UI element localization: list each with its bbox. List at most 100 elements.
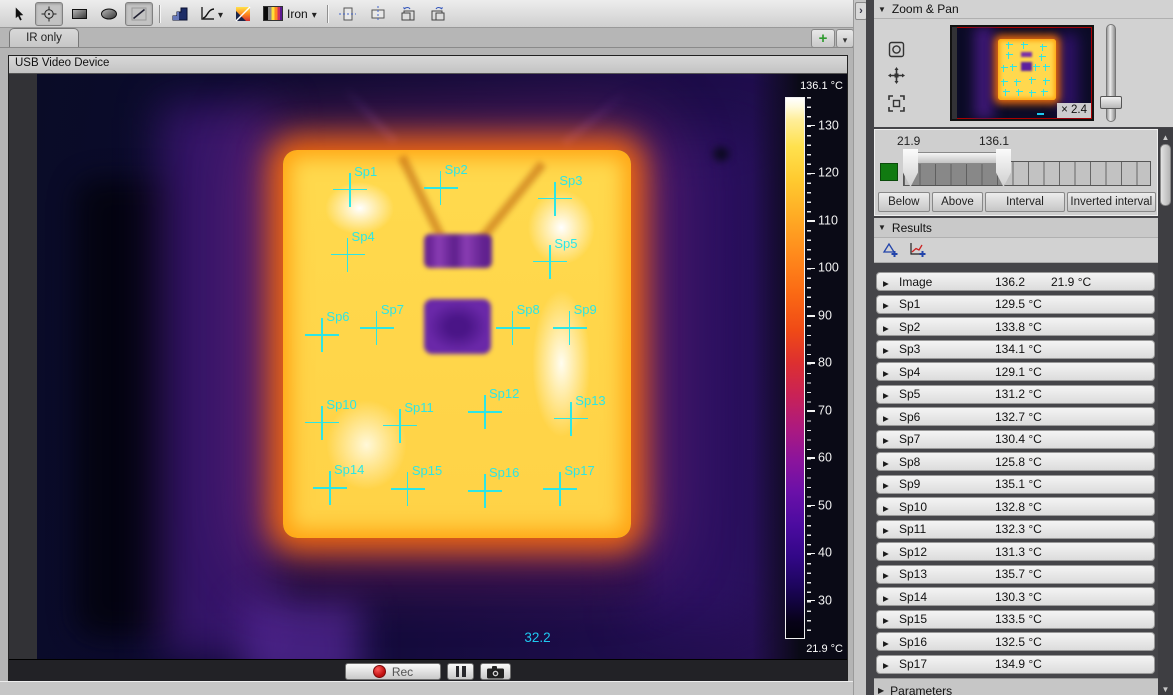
expand-arrow-icon[interactable] [883, 387, 899, 401]
flip-horizontal-button[interactable] [334, 2, 362, 26]
results-list: Image 136.2 21.9 °C Sp1 129.5 °C Sp2 [874, 263, 1158, 678]
result-row[interactable]: Sp10 132.8 °C [876, 497, 1155, 516]
expand-arrow-icon[interactable] [883, 545, 899, 559]
expand-arrow-icon[interactable] [883, 365, 899, 379]
tab-list-dropdown-button[interactable] [836, 29, 854, 48]
results-section-header[interactable]: Results [874, 218, 1158, 238]
expand-arrow-icon[interactable] [883, 432, 899, 446]
parameters-section-header[interactable]: Parameters [874, 678, 1158, 695]
range-mode-button[interactable]: Above [932, 192, 984, 212]
zoom-slider-handle[interactable] [1100, 96, 1122, 109]
overview-thumbnail[interactable]: Sp1 Sp2 [950, 25, 1094, 121]
result-row[interactable]: Sp9 135.1 °C [876, 475, 1155, 494]
zoom-selection-button[interactable] [886, 93, 907, 113]
color-adjust-button[interactable] [229, 2, 257, 26]
cross-icon [1016, 79, 1017, 86]
range-mode-button[interactable]: Below [878, 192, 930, 212]
rectangle-tool-button[interactable] [65, 2, 93, 26]
palette-select[interactable]: Iron [259, 2, 321, 26]
spot-label: Sp8 [517, 302, 540, 317]
result-row[interactable]: Sp1 129.5 °C [876, 295, 1155, 314]
expand-arrow-icon[interactable] [883, 612, 899, 626]
result-row[interactable]: Sp7 130.4 °C [876, 430, 1155, 449]
result-row[interactable]: Sp5 131.2 °C [876, 385, 1155, 404]
expand-arrow-icon[interactable] [883, 500, 899, 514]
result-row[interactable]: Sp6 132.7 °C [876, 407, 1155, 426]
result-row[interactable]: Sp15 133.5 °C [876, 610, 1155, 629]
expand-arrow-icon[interactable] [883, 455, 899, 469]
right-panel-scrollbar[interactable] [1158, 128, 1173, 695]
camera-icon [486, 665, 505, 679]
tab-ir-only[interactable]: IR only [9, 28, 79, 47]
expand-arrow-icon[interactable] [883, 590, 899, 604]
result-row[interactable]: Sp14 130.3 °C [876, 587, 1155, 606]
scroll-up-icon[interactable] [1158, 129, 1173, 141]
section-title: Zoom & Pan [892, 2, 959, 16]
expand-arrow-icon[interactable] [883, 320, 899, 334]
rotate-left-icon [400, 6, 416, 22]
add-tab-button[interactable] [811, 29, 835, 48]
panel-splitter[interactable] [853, 0, 866, 695]
pause-button[interactable] [447, 663, 474, 680]
ellipse-tool-button[interactable] [95, 2, 123, 26]
histogram-button[interactable] [166, 2, 194, 26]
flip-vertical-button[interactable] [364, 2, 392, 26]
cross-icon [1045, 64, 1046, 71]
record-button[interactable]: Rec [345, 663, 441, 680]
expand-arrow-icon[interactable] [883, 342, 899, 356]
expand-arrow-icon[interactable] [883, 275, 899, 289]
add-plot-result-button[interactable] [908, 241, 928, 259]
spot-tool-button[interactable] [35, 2, 63, 26]
result-row[interactable]: Sp2 133.8 °C [876, 317, 1155, 336]
curve-button[interactable] [196, 2, 227, 26]
result-row[interactable]: Sp4 129.1 °C [876, 362, 1155, 381]
scrollbar-thumb[interactable] [1160, 144, 1171, 206]
zoom-pan-section-header[interactable]: Zoom & Pan [874, 0, 1173, 19]
expand-arrow-icon[interactable] [883, 522, 899, 536]
thermal-image[interactable]: Sp1 Sp2 Sp3 [9, 74, 847, 659]
pan-center-button[interactable] [886, 65, 907, 85]
snapshot-button[interactable] [480, 663, 511, 680]
tick-label: 40 [818, 546, 832, 560]
spot-label: Sp7 [381, 302, 404, 317]
result-row[interactable]: Sp8 125.8 °C [876, 452, 1155, 471]
tick-label: 120 [818, 166, 839, 180]
expand-arrow-icon[interactable] [883, 297, 899, 311]
cross-icon [1008, 52, 1009, 59]
cross-icon [329, 471, 331, 505]
rotate-left-button[interactable] [394, 2, 422, 26]
result-name: Sp13 [899, 567, 995, 581]
expand-arrow-icon[interactable] [883, 410, 899, 424]
result-value: 133.5 °C [995, 612, 1051, 626]
result-row[interactable]: Image 136.2 21.9 °C [876, 272, 1155, 291]
result-row[interactable]: Sp16 132.5 °C [876, 632, 1155, 651]
result-value: 133.8 °C [995, 320, 1051, 334]
range-mode-button[interactable]: Inverted interval [1067, 192, 1156, 212]
add-shape-result-button[interactable] [880, 241, 900, 259]
range-mode-button[interactable]: Interval [985, 192, 1064, 212]
scroll-down-icon[interactable] [1158, 681, 1173, 693]
range-track[interactable] [903, 161, 1151, 186]
zoom-slider[interactable] [1100, 24, 1122, 122]
expand-arrow-icon[interactable] [883, 657, 899, 671]
spot-label: Sp14 [334, 462, 364, 477]
result-row[interactable]: Sp13 135.7 °C [876, 565, 1155, 584]
result-row[interactable]: Sp17 134.9 °C [876, 655, 1155, 674]
expand-arrow-icon[interactable] [883, 567, 899, 581]
result-row[interactable]: Sp12 131.3 °C [876, 542, 1155, 561]
expand-arrow-icon[interactable] [883, 635, 899, 649]
cross-icon [1005, 89, 1006, 96]
scale-min-label: 21.9 °C [806, 643, 843, 655]
line-tool-button[interactable] [125, 2, 153, 26]
thumb-layer [1021, 62, 1032, 71]
cursor-tool-button[interactable] [5, 2, 33, 26]
rotate-right-icon [430, 6, 446, 22]
expand-arrow-icon[interactable] [883, 477, 899, 491]
result-name: Sp8 [899, 455, 995, 469]
result-row[interactable]: Sp11 132.3 °C [876, 520, 1155, 539]
spot-label: Sp17 [564, 463, 594, 478]
rotate-right-button[interactable] [424, 2, 452, 26]
fit-image-button[interactable] [886, 39, 907, 59]
interval-color-swatch[interactable] [880, 163, 898, 181]
result-row[interactable]: Sp3 134.1 °C [876, 340, 1155, 359]
